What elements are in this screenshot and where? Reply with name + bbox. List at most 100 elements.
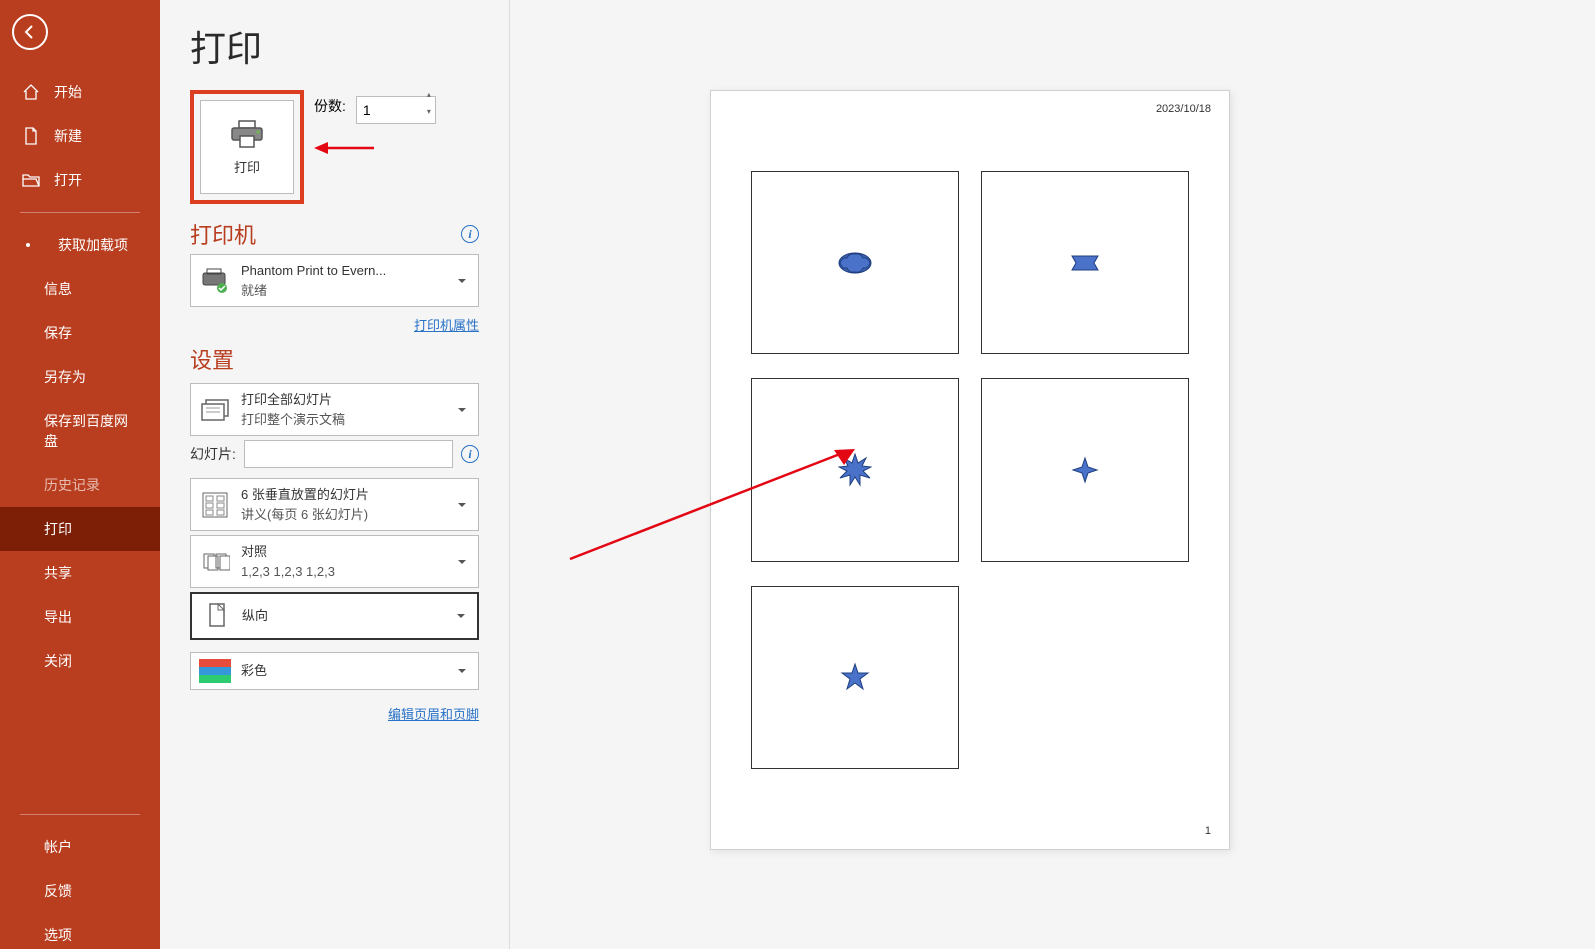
open-folder-icon [22,171,40,189]
color-swatch-icon [199,659,231,683]
slides-label: 幻灯片: [190,444,236,464]
nav-options[interactable]: 选项 [0,913,160,949]
copies-label: 份数: [314,96,346,116]
chevron-down-icon [457,614,465,618]
nav-label: 打开 [54,170,82,190]
nav-save-baidu[interactable]: 保存到百度网盘 [0,399,160,463]
nav-history[interactable]: 历史记录 [0,463,160,507]
nav-label: 历史记录 [44,475,100,495]
collate-line2: 1,2,3 1,2,3 1,2,3 [241,562,448,582]
slide-thumb-empty [981,586,1189,769]
layout-dropdown[interactable]: 6 张垂直放置的幻灯片 讲义(每页 6 张幻灯片) [190,478,479,531]
slide-thumb-3 [751,378,959,561]
back-button[interactable] [12,14,48,50]
new-file-icon [22,127,40,145]
nav-label: 另存为 [44,367,86,387]
edit-header-footer-link[interactable]: 编辑页眉和页脚 [388,707,479,722]
chevron-down-icon [458,503,466,507]
info-icon[interactable]: i [461,225,479,243]
print-range-line1: 打印全部幻灯片 [241,390,448,410]
preview-page-number: 1 [1205,825,1211,837]
nav-label: 打印 [44,519,72,539]
slide-thumb-4 [981,378,1189,561]
print-button-label: 打印 [234,157,260,176]
slide-thumb-5 [751,586,959,769]
collate-dropdown[interactable]: 对照 1,2,3 1,2,3 1,2,3 [190,535,479,588]
chevron-down-icon [458,279,466,283]
settings-section-title: 设置 [190,343,479,375]
slide-thumb-1 [751,171,959,354]
nav-new[interactable]: 新建 [0,114,160,158]
nav-print[interactable]: 打印 [0,507,160,551]
nav-label: 保存到百度网盘 [44,411,138,451]
copies-spinner[interactable]: ▴ ▾ [422,90,436,124]
chevron-down-icon [458,560,466,564]
nav-share[interactable]: 共享 [0,551,160,595]
slides-all-icon [199,394,231,426]
nav-label: 反馈 [44,881,72,901]
home-icon [22,83,40,101]
orientation-label: 纵向 [242,606,447,626]
shape-sparkle-icon [1071,456,1099,484]
chevron-down-icon [458,669,466,673]
nav-feedback[interactable]: 反馈 [0,869,160,913]
print-range-line2: 打印整个演示文稿 [241,410,448,430]
arrow-left-icon [22,24,38,40]
shape-seal-icon [835,248,875,278]
preview-page: 2023/10/18 1 [710,90,1230,850]
nav-label: 保存 [44,323,72,343]
preview-date: 2023/10/18 [1156,103,1211,115]
nav-label: 关闭 [44,651,72,671]
portrait-icon [200,600,232,632]
nav-saveas[interactable]: 另存为 [0,355,160,399]
printer-name: Phantom Print to Evern... [241,261,448,281]
nav-export[interactable]: 导出 [0,595,160,639]
printer-section-title: 打印机 [190,218,256,250]
handout-grid [751,171,1189,769]
nav-label: 共享 [44,563,72,583]
nav-home[interactable]: 开始 [0,70,160,114]
layout-line1: 6 张垂直放置的幻灯片 [241,485,448,505]
main-content: 打印 打印 份数: ▴ ▾ [160,0,1595,949]
nav-label: 导出 [44,607,72,627]
shape-burst-icon [838,453,872,487]
spinner-down-icon[interactable]: ▾ [422,107,436,124]
color-dropdown[interactable]: 彩色 [190,652,479,690]
nav-label: 开始 [54,82,82,102]
print-button-highlight: 打印 [190,90,304,204]
shape-star-icon [840,662,870,692]
print-settings-panel: 打印 打印 份数: ▴ ▾ [160,0,510,949]
printer-status: 就绪 [241,281,448,301]
nav-info[interactable]: 信息 [0,267,160,311]
printer-properties-link[interactable]: 打印机属性 [414,318,479,333]
orientation-dropdown[interactable]: 纵向 [190,592,479,640]
printer-icon [229,119,265,149]
spinner-up-icon[interactable]: ▴ [422,90,436,107]
print-range-dropdown[interactable]: 打印全部幻灯片 打印整个演示文稿 [190,383,479,436]
nav-label: 获取加载项 [58,235,128,255]
nav-label: 新建 [54,126,82,146]
nav-close[interactable]: 关闭 [0,639,160,683]
layout-line2: 讲义(每页 6 张幻灯片) [241,505,448,525]
nav-label: 帐户 [44,837,72,857]
print-button[interactable]: 打印 [200,100,294,194]
shape-ribbon-icon [1070,254,1100,272]
print-preview-area: 2023/10/18 1 [510,0,1595,949]
nav-label: 选项 [44,925,72,945]
nav-account[interactable]: 帐户 [0,825,160,869]
handout-layout-icon [199,489,231,521]
printer-dropdown[interactable]: Phantom Print to Evern... 就绪 [190,254,479,307]
nav-save[interactable]: 保存 [0,311,160,355]
collate-icon [199,546,231,578]
nav-addins[interactable]: 获取加载项 [0,223,160,267]
chevron-down-icon [458,408,466,412]
nav-open[interactable]: 打开 [0,158,160,202]
nav-label: 信息 [44,279,72,299]
backstage-sidebar: 开始 新建 打开 获取加载项 信息 保存 另存为 保存到百度网盘 历史记录 打印… [0,0,160,949]
info-icon[interactable]: i [461,445,479,463]
color-label: 彩色 [241,661,448,681]
printer-status-icon [199,265,231,297]
slides-input[interactable] [244,440,453,468]
slide-thumb-2 [981,171,1189,354]
collate-line1: 对照 [241,542,448,562]
